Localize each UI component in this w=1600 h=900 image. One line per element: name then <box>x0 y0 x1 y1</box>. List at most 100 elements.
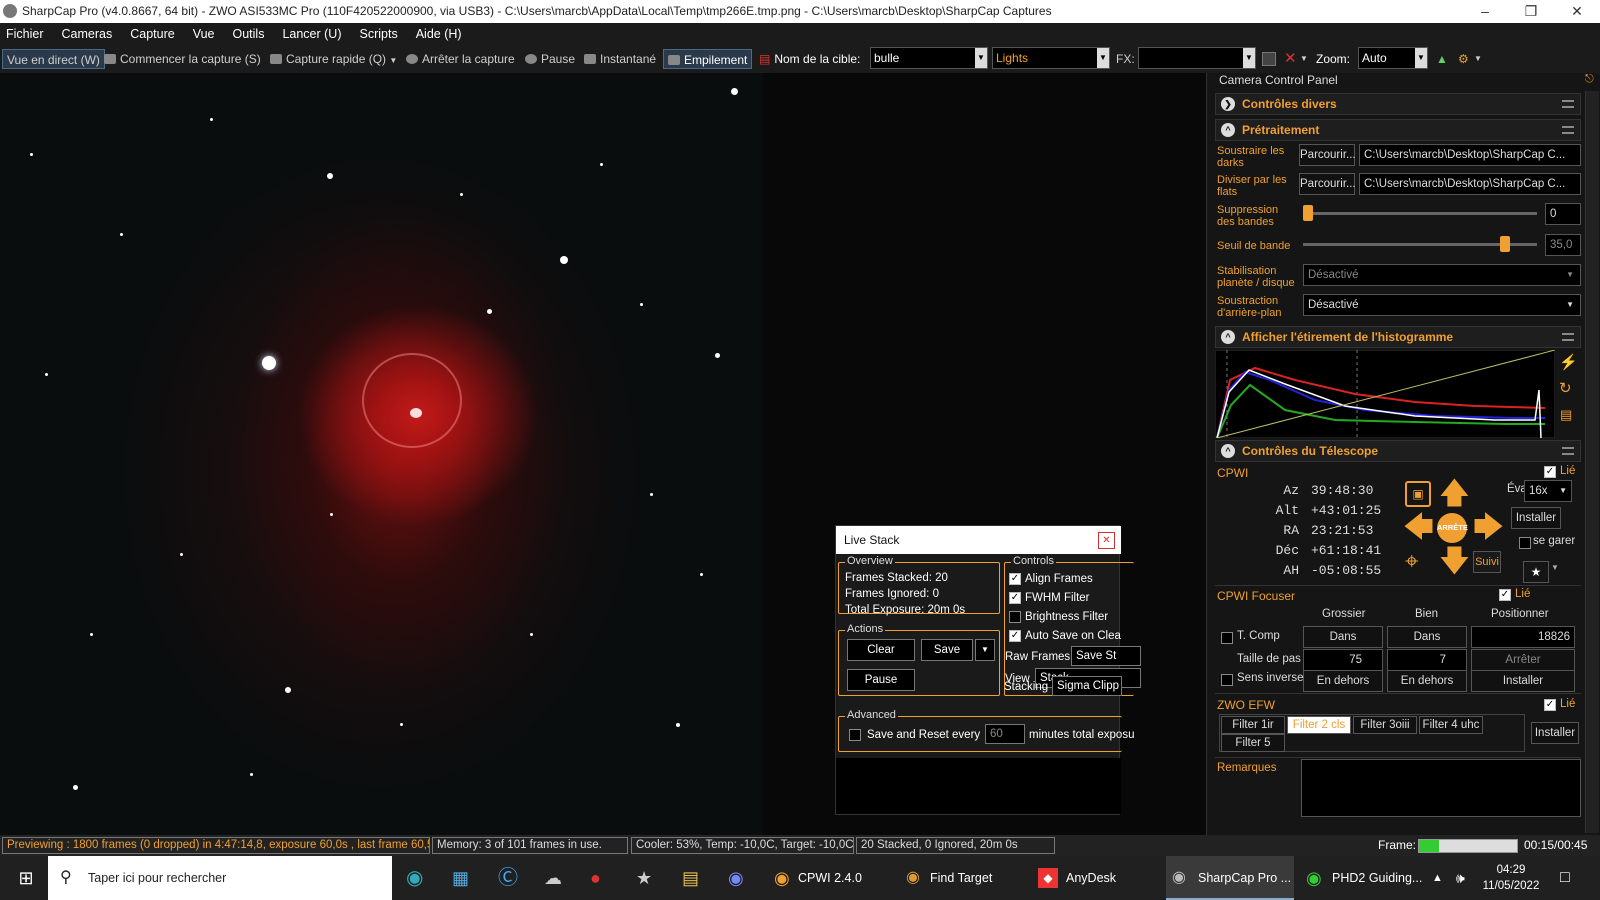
fx-combo[interactable]: ▼ <box>1138 47 1256 69</box>
menu-icon[interactable] <box>1562 333 1574 341</box>
step-coarse-spinner[interactable]: 75 <box>1303 649 1383 671</box>
focus-in-coarse-button[interactable]: Dans <box>1303 626 1383 648</box>
temp-comp-checkbox[interactable] <box>1221 632 1233 644</box>
save-icon[interactable]: ▤ <box>1560 407 1572 423</box>
flats-path-combo[interactable]: C:\Users\marcb\Desktop\SharpCap C... <box>1359 173 1581 195</box>
ccleaner-icon[interactable]: Ⓒ <box>498 856 518 900</box>
focuser-position-field[interactable]: 18826 <box>1471 626 1575 648</box>
target-crosshair-icon[interactable]: ⌖ <box>1405 549 1419 575</box>
filter-5-button[interactable]: Filter 5 <box>1221 734 1285 752</box>
crosshair-icon[interactable]: ✕ <box>1284 49 1297 69</box>
raw-frames-select[interactable]: Save St <box>1071 646 1141 666</box>
stacking-select[interactable]: Sigma Clipp <box>1052 676 1122 696</box>
menu-aide[interactable]: Aide (H) <box>407 23 471 45</box>
menu-scripts[interactable]: Scripts <box>351 23 407 45</box>
banding-slider-handle[interactable] <box>1303 205 1313 221</box>
settings-icon[interactable]: ⚙ <box>1458 49 1469 69</box>
efw-install-button[interactable]: Installer <box>1531 722 1579 744</box>
save-reset-checkbox[interactable] <box>849 729 861 741</box>
taskbar-app-cpwi[interactable]: ◉ CPWI 2.4.0 <box>770 856 890 900</box>
zoom-combo[interactable]: Auto ▼ <box>1358 47 1428 69</box>
clear-button[interactable]: Clear <box>847 639 915 661</box>
align-frames-checkbox[interactable]: ✓ <box>1009 573 1021 585</box>
filter-2-button[interactable]: Filter 2 cls <box>1287 716 1351 734</box>
arrow-left-icon[interactable]: 🡄 <box>1403 513 1434 543</box>
band-threshold-slider-handle[interactable] <box>1500 236 1511 252</box>
live-stack-close-icon[interactable]: ✕ <box>1098 532 1115 549</box>
focus-in-fine-button[interactable]: Dans <box>1387 626 1467 648</box>
arrow-right-icon[interactable]: 🡆 <box>1473 513 1504 543</box>
filter-4-button[interactable]: Filter 4 uhc <box>1419 716 1483 734</box>
quick-capture-button[interactable]: Capture rapide (Q) ▼ <box>270 49 397 69</box>
auto-stretch-icon[interactable]: ⚡ <box>1559 353 1578 371</box>
section-misc-controls[interactable]: ❯ Contrôles divers <box>1215 93 1581 115</box>
pin-icon[interactable]: ⎋ <box>1585 73 1594 86</box>
background-subtraction-select[interactable]: Désactivé ▼ <box>1303 294 1581 316</box>
menu-capture[interactable]: Capture <box>121 23 183 45</box>
focus-out-fine-button[interactable]: En dehors <box>1387 670 1467 692</box>
focuser-linked-checkbox[interactable]: ✓ <box>1499 589 1511 601</box>
mount-linked-checkbox[interactable]: ✓ <box>1544 466 1556 478</box>
file-explorer-icon[interactable]: ▤ <box>682 856 699 900</box>
notes-textarea[interactable] <box>1301 759 1581 817</box>
stacking-button[interactable]: Empilement <box>663 49 753 69</box>
flats-browse-button[interactable]: Parcourir... <box>1299 173 1356 195</box>
panel-scrollbar[interactable] <box>1585 91 1599 833</box>
taskbar-app-sharpcap[interactable]: ◉ SharpCap Pro ... <box>1166 856 1294 900</box>
save-dropdown-icon[interactable]: ▼ <box>975 639 995 661</box>
menu-cameras[interactable]: Cameras <box>53 23 122 45</box>
menu-vue[interactable]: Vue <box>184 23 224 45</box>
stellarium-icon[interactable]: ★ <box>636 856 652 900</box>
menu-lancer[interactable]: Lancer (U) <box>273 23 350 45</box>
darks-path-combo[interactable]: C:\Users\marcb\Desktop\SharpCap C... <box>1359 144 1581 166</box>
efw-linked-checkbox[interactable]: ✓ <box>1544 699 1556 711</box>
filter-3-button[interactable]: Filter 3oiii <box>1353 716 1417 734</box>
app-icon[interactable]: ☁ <box>544 856 562 900</box>
app-icon[interactable]: ▦ <box>452 856 469 900</box>
favorites-star-icon[interactable]: ★ <box>1523 561 1549 583</box>
close-button[interactable]: ✕ <box>1554 0 1600 23</box>
save-button[interactable]: Save <box>921 639 973 661</box>
reverse-checkbox[interactable] <box>1221 674 1233 686</box>
taskbar-search-box[interactable]: ⚲ Taper ici pour rechercher <box>48 856 392 900</box>
reset-icon[interactable]: ↻ <box>1559 379 1572 397</box>
volume-icon[interactable]: 🕪 <box>1456 856 1465 900</box>
goto-icon[interactable]: ▣ <box>1405 481 1431 507</box>
stop-capture-button[interactable]: Arrêter la capture <box>406 49 515 69</box>
menu-outils[interactable]: Outils <box>224 23 274 45</box>
taskbar-clock[interactable]: 04:29 11/05/2022 <box>1478 856 1544 900</box>
rate-select[interactable]: 16x ▼ <box>1524 480 1572 502</box>
chevron-down-icon[interactable]: ▼ <box>1474 49 1482 69</box>
chevron-up-icon[interactable]: ▲ <box>1432 856 1443 900</box>
taskbar-app-find-target[interactable]: ◉ Find Target <box>902 856 1022 900</box>
edge-icon[interactable]: ◉ <box>406 856 423 900</box>
snapshot-button[interactable]: Instantané <box>584 49 656 69</box>
fwhm-filter-checkbox[interactable]: ✓ <box>1009 592 1021 604</box>
menu-icon[interactable] <box>1562 100 1574 108</box>
taskbar-app-anydesk[interactable]: ◆ AnyDesk <box>1034 856 1154 900</box>
stop-slew-button[interactable]: ARRÊTE <box>1437 513 1468 543</box>
notifications-icon[interactable]: □ <box>1560 856 1570 900</box>
section-histogram[interactable]: ^ Afficher l'étirement de l'histogramme <box>1215 326 1581 348</box>
maximize-button[interactable]: ❐ <box>1508 0 1554 23</box>
focus-out-coarse-button[interactable]: En dehors <box>1303 670 1383 692</box>
park-checkbox[interactable] <box>1519 537 1531 549</box>
band-threshold-value[interactable]: 35,0 <box>1545 234 1581 256</box>
nebula-image[interactable] <box>0 73 763 835</box>
focuser-stop-button[interactable]: Arrêter <box>1471 649 1575 671</box>
frame-type-combo[interactable]: Lights ▼ <box>992 47 1110 69</box>
menu-fichier[interactable]: Fichier <box>0 23 53 45</box>
live-view-button[interactable]: Vue en direct (W) <box>2 49 105 69</box>
minutes-spinner[interactable]: 60 <box>985 724 1025 744</box>
start-capture-button[interactable]: Commencer la capture (S) <box>104 49 261 69</box>
banding-slider[interactable] <box>1303 212 1537 215</box>
pause-stack-button[interactable]: Pause <box>847 669 915 691</box>
target-name-combo[interactable]: bulle ▼ <box>870 47 988 69</box>
menu-icon[interactable] <box>1562 447 1574 455</box>
discord-icon[interactable]: ◉ <box>728 856 744 900</box>
grid-icon[interactable] <box>1262 52 1276 66</box>
darks-browse-button[interactable]: Parcourir... <box>1299 144 1356 166</box>
pause-button[interactable]: Pause <box>525 49 575 69</box>
windows-start-icon[interactable]: ⊞ <box>14 856 38 900</box>
taskbar-app-phd2[interactable]: ◉ PHD2 Guiding... <box>1300 856 1422 900</box>
